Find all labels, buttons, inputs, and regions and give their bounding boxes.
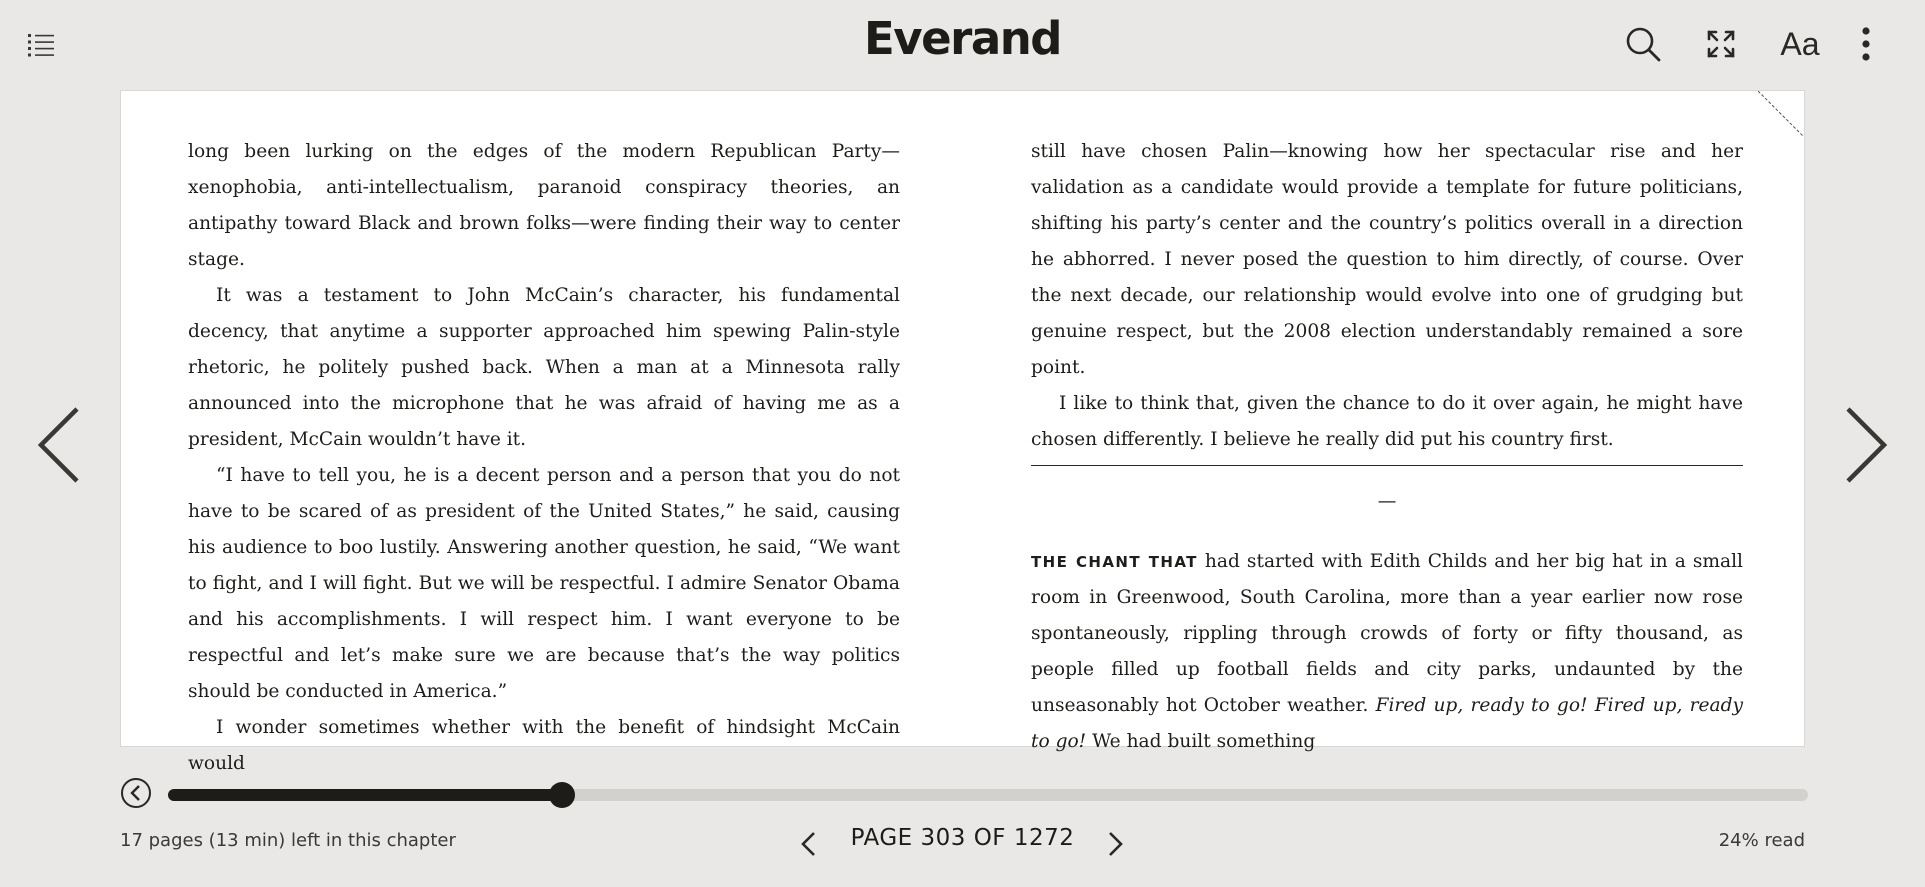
bookmark-corner-icon[interactable] bbox=[1758, 91, 1804, 137]
percent-read-text: 24% read bbox=[1718, 830, 1805, 851]
chevron-right-icon bbox=[1846, 407, 1888, 483]
list-icon bbox=[28, 34, 54, 57]
fullscreen-button[interactable] bbox=[1701, 24, 1741, 64]
expand-icon bbox=[1707, 30, 1735, 58]
paragraph-text: had started with Edith Childs and her bi… bbox=[1031, 551, 1744, 716]
left-text-column: long been lurking on the edges of the mo… bbox=[188, 134, 900, 782]
paragraph: I wonder sometimes whether with the bene… bbox=[188, 717, 900, 774]
section-divider-line bbox=[1031, 465, 1743, 466]
book-page: long been lurking on the edges of the mo… bbox=[120, 90, 1805, 774]
paragraph-text: We had built something bbox=[1086, 731, 1316, 752]
table-of-contents-button[interactable] bbox=[26, 30, 56, 60]
section-lead-in: THE CHANT THAT bbox=[1031, 553, 1198, 571]
next-page-button[interactable] bbox=[1840, 405, 1890, 485]
chapter-remaining-text: 17 pages (13 min) left in this chapter bbox=[120, 830, 456, 851]
paragraph: still have chosen Palin—knowing how her … bbox=[1031, 141, 1743, 378]
more-vertical-icon bbox=[1862, 27, 1870, 61]
progress-thumb[interactable] bbox=[548, 782, 575, 808]
paragraph: long been lurking on the edges of the mo… bbox=[188, 141, 900, 270]
previous-page-button[interactable] bbox=[35, 405, 85, 485]
circle-back-icon bbox=[121, 778, 151, 808]
paragraph: THE CHANT THAT had started with Edith Ch… bbox=[1031, 544, 1743, 760]
return-to-position-button[interactable] bbox=[120, 777, 152, 809]
paragraph: It was a testament to John McCain’s char… bbox=[188, 285, 900, 450]
page-number-label: PAGE 303 OF 1272 bbox=[850, 825, 1075, 851]
chevron-left-icon bbox=[37, 407, 79, 483]
section-break: — bbox=[1377, 491, 1397, 512]
paragraph: “I have to tell you, he is a decent pers… bbox=[188, 465, 900, 702]
search-icon bbox=[1626, 27, 1661, 62]
page-back-button[interactable] bbox=[797, 829, 821, 859]
page-forward-button[interactable] bbox=[1103, 829, 1127, 859]
more-options-button[interactable] bbox=[1846, 24, 1886, 64]
search-button[interactable] bbox=[1623, 24, 1663, 64]
chevron-right-icon bbox=[1109, 832, 1123, 856]
right-text-column: still have chosen Palin—knowing how her … bbox=[1031, 134, 1743, 760]
progress-fill bbox=[168, 789, 562, 801]
reading-progress-slider[interactable] bbox=[168, 782, 1808, 808]
font-settings-button[interactable]: Aa bbox=[1778, 24, 1822, 64]
chevron-left-icon bbox=[801, 832, 815, 856]
paragraph: I like to think that, given the chance t… bbox=[1031, 393, 1743, 450]
